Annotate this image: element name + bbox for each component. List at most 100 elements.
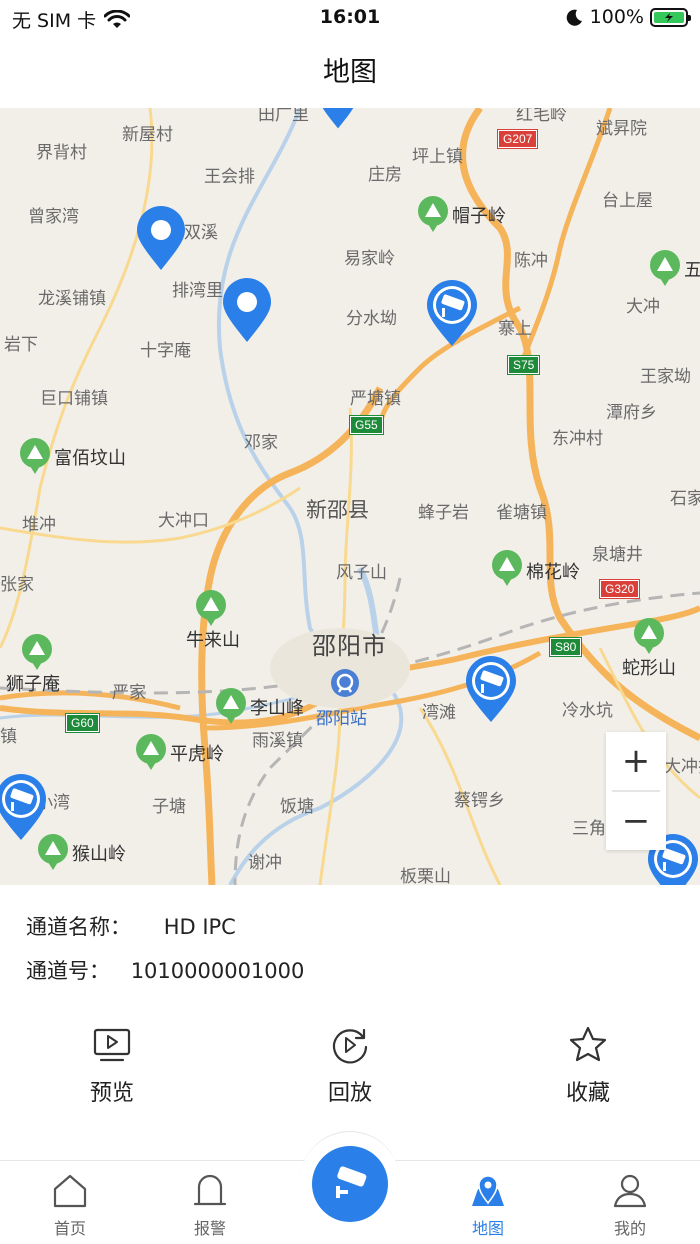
tab-alarm[interactable]: 报警 bbox=[160, 1173, 260, 1239]
tab-home[interactable]: 首页 bbox=[20, 1173, 120, 1239]
map-view[interactable]: 新屋村 界背村 王会排 庄房 坪上镇 斌昇院 曾家湾 双溪 易家岭 陈冲 台上屋… bbox=[0, 108, 700, 885]
map-label: 分水坳 bbox=[346, 309, 397, 329]
channel-number-value: 1010000001000 bbox=[130, 959, 305, 983]
preview-label: 预览 bbox=[89, 1081, 134, 1106]
peak-icon bbox=[22, 634, 52, 670]
map-label: 堆冲 bbox=[22, 515, 56, 535]
peak-label: 棉花岭 bbox=[526, 562, 580, 583]
map-label: 双溪 bbox=[184, 223, 218, 243]
peak-label: 蛇形山 bbox=[622, 658, 676, 679]
road-shield: G207 bbox=[496, 129, 539, 149]
road-shield: S75 bbox=[506, 355, 541, 375]
map-label: 界背村 bbox=[36, 143, 87, 163]
camera-center-button[interactable] bbox=[312, 1146, 388, 1222]
peak-label: 李山峰 bbox=[250, 698, 304, 719]
map-label: 大冲口 bbox=[158, 511, 209, 531]
map-label: 寨上 bbox=[498, 319, 532, 339]
peak-icon bbox=[136, 734, 166, 770]
map-label: 谢冲 bbox=[248, 853, 282, 873]
map-label: 严塘镇 bbox=[350, 389, 401, 409]
peak-label: 狮子庵 bbox=[6, 674, 60, 695]
peak-label: 五 bbox=[684, 260, 700, 281]
favorite-button[interactable]: 收藏 bbox=[528, 1025, 648, 1107]
location-pin-icon[interactable] bbox=[312, 108, 364, 130]
map-label: 雀塘镇 bbox=[496, 503, 547, 523]
peak-label: 富佰坟山 bbox=[54, 448, 126, 469]
location-pin-icon[interactable] bbox=[221, 278, 273, 344]
map-label: 红毛岭 bbox=[516, 108, 567, 125]
map-label: 庄房 bbox=[368, 165, 402, 185]
map-label: 牛来山 bbox=[186, 630, 240, 651]
tab-home-label: 首页 bbox=[53, 1219, 86, 1238]
replay-icon bbox=[332, 1028, 368, 1064]
peak-icon bbox=[196, 590, 226, 626]
camera-pin-icon[interactable] bbox=[0, 774, 48, 842]
peak-icon bbox=[492, 550, 522, 586]
peak-icon bbox=[650, 250, 680, 286]
page-title: 地图 bbox=[323, 57, 377, 88]
peak-label: 帽子岭 bbox=[452, 206, 506, 227]
playback-button[interactable]: 回放 bbox=[290, 1025, 410, 1107]
map-label: 严家 bbox=[112, 683, 146, 703]
tab-bar: 首页 报警 地图 我的 bbox=[0, 1131, 700, 1244]
moon-icon bbox=[566, 9, 582, 26]
map-label: 十字庵 bbox=[140, 341, 191, 361]
camera-pin-icon[interactable] bbox=[425, 280, 479, 348]
map-label: 巨口铺镇 bbox=[40, 389, 108, 409]
channel-number-row: 通道号： 1010000001000 bbox=[26, 955, 304, 985]
home-icon bbox=[53, 1174, 87, 1208]
channel-name-value: HD IPC bbox=[163, 915, 236, 939]
map-pin-icon bbox=[472, 1175, 504, 1206]
zoom-in-button[interactable]: + bbox=[606, 732, 666, 790]
peak-icon bbox=[216, 688, 246, 724]
map-label: 湾滩 bbox=[422, 703, 456, 723]
tab-map[interactable]: 地图 bbox=[438, 1173, 538, 1239]
map-label: 易家岭 bbox=[344, 249, 395, 269]
location-pin-icon[interactable] bbox=[135, 206, 187, 272]
map-label: 冷水坑 bbox=[562, 701, 613, 721]
action-row: 预览 回放 收藏 bbox=[0, 1025, 700, 1115]
alarm-icon bbox=[193, 1174, 227, 1206]
tab-profile[interactable]: 我的 bbox=[580, 1173, 680, 1239]
map-label: 板栗山 bbox=[400, 867, 451, 885]
zoom-controls: + − bbox=[606, 732, 666, 850]
preview-button[interactable]: 预览 bbox=[52, 1025, 172, 1107]
map-label: 岩下 bbox=[4, 335, 38, 355]
map-label: 排湾里 bbox=[172, 281, 223, 301]
star-icon bbox=[569, 1026, 607, 1062]
favorite-label: 收藏 bbox=[565, 1081, 610, 1106]
map-label: 潭府乡 bbox=[606, 403, 657, 423]
peak-icon bbox=[634, 618, 664, 654]
map-label: 邓家 bbox=[244, 433, 278, 453]
map-label: 蔡锷乡 bbox=[454, 791, 505, 811]
train-station-icon bbox=[331, 669, 359, 697]
map-label: 石家 bbox=[670, 489, 700, 509]
city-label: 邵阳市 bbox=[312, 632, 387, 660]
status-right: 100% bbox=[566, 6, 691, 28]
peak-label: 平虎岭 bbox=[170, 744, 224, 765]
tab-camera[interactable] bbox=[300, 1131, 400, 1231]
map-label: 台上屋 bbox=[602, 191, 653, 211]
map-label: 斌昇院 bbox=[596, 119, 647, 139]
camera-pin-icon[interactable] bbox=[464, 656, 518, 724]
map-label: 龙溪铺镇 bbox=[38, 289, 106, 309]
road-shield: G320 bbox=[598, 579, 641, 599]
road-shield: G60 bbox=[65, 713, 100, 733]
tab-profile-label: 我的 bbox=[613, 1219, 646, 1238]
map-label: 东冲村 bbox=[552, 429, 603, 449]
map-label: 风子山 bbox=[336, 563, 387, 583]
zoom-out-button[interactable]: − bbox=[606, 792, 666, 850]
channel-name-row: 通道名称： HD IPC bbox=[26, 911, 236, 941]
user-icon bbox=[613, 1174, 647, 1208]
map-label: 蜂子岩 bbox=[418, 503, 469, 523]
nav-header: 地图 bbox=[0, 36, 700, 108]
channel-number-label: 通道号： bbox=[26, 959, 110, 983]
channel-info-panel: 通道名称： HD IPC 通道号： 1010000001000 预览 回放 收藏 bbox=[0, 885, 700, 1160]
battery-icon bbox=[650, 7, 691, 27]
tab-alarm-label: 报警 bbox=[193, 1219, 226, 1238]
camera-icon bbox=[336, 1166, 367, 1198]
peak-icon bbox=[20, 438, 50, 474]
map-label: 镇 bbox=[0, 727, 17, 747]
road-shield: S80 bbox=[548, 637, 583, 657]
map-label: 大冲排 bbox=[664, 757, 700, 777]
